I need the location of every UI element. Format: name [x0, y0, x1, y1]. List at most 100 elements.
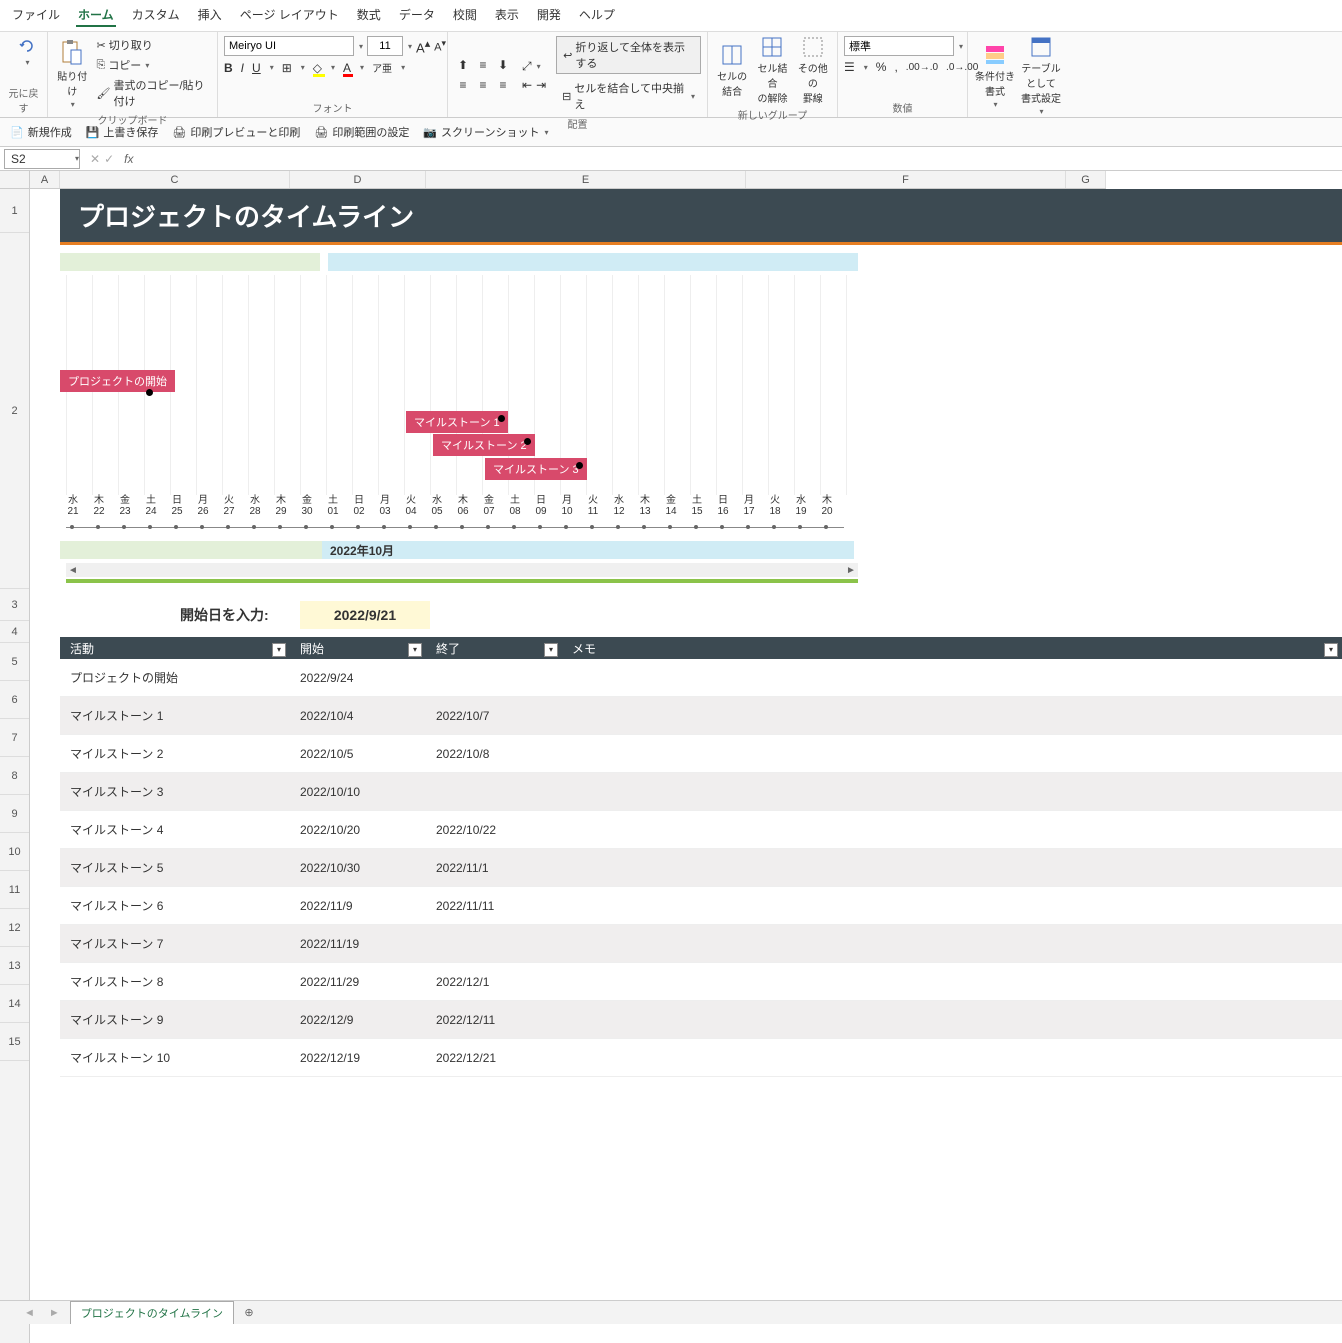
align-center-button[interactable]: ≡: [474, 77, 492, 93]
undo-button[interactable]: ▾: [6, 36, 48, 67]
tab-nav-next[interactable]: ►: [45, 1307, 64, 1319]
table-row[interactable]: マイルストーン 32022/10/10: [60, 773, 1342, 811]
row-header-3[interactable]: 3: [0, 589, 29, 621]
indent-dec-button[interactable]: ⇤: [522, 78, 532, 92]
table-row[interactable]: マイルストーン 72022/11/19: [60, 925, 1342, 963]
align-top-button[interactable]: ⬆: [454, 57, 472, 73]
table-row[interactable]: マイルストーン 12022/10/42022/10/7: [60, 697, 1342, 735]
filter-icon[interactable]: ▾: [272, 643, 286, 657]
cell-activity[interactable]: マイルストーン 9: [60, 1011, 290, 1028]
cell-end[interactable]: 2022/10/22: [426, 823, 562, 837]
col-header-D[interactable]: D: [290, 171, 426, 188]
menu-数式[interactable]: 数式: [355, 4, 383, 27]
col-header-G[interactable]: G: [1066, 171, 1106, 188]
row-header-12[interactable]: 12: [0, 909, 29, 947]
cell-activity[interactable]: マイルストーン 2: [60, 745, 290, 762]
align-middle-button[interactable]: ≡: [474, 57, 492, 73]
cell-activity[interactable]: プロジェクトの開始: [60, 669, 290, 686]
menu-ファイル[interactable]: ファイル: [10, 4, 62, 27]
decrease-font-button[interactable]: A▾: [434, 38, 446, 54]
align-right-button[interactable]: ≡: [494, 77, 512, 93]
fx-icon[interactable]: fx: [120, 152, 137, 166]
menu-校閲[interactable]: 校閲: [451, 4, 479, 27]
print-area-button[interactable]: 🖨印刷範囲の設定: [314, 124, 409, 140]
percent-button[interactable]: %: [876, 60, 887, 74]
name-box[interactable]: S2▾: [4, 149, 80, 169]
row-header-7[interactable]: 7: [0, 719, 29, 757]
col-header-A[interactable]: A: [30, 171, 60, 188]
cell-end[interactable]: 2022/10/8: [426, 747, 562, 761]
font-size-select[interactable]: [367, 36, 403, 56]
menu-表示[interactable]: 表示: [493, 4, 521, 27]
row-header-2[interactable]: 2: [0, 233, 29, 589]
cell-start[interactable]: 2022/11/9: [290, 899, 426, 913]
cancel-icon[interactable]: ✕: [90, 152, 100, 166]
col-start[interactable]: 開始▾: [290, 640, 426, 657]
unmerge-cells-button[interactable]: セル結合 の解除: [754, 36, 790, 105]
cell-end[interactable]: 2022/12/1: [426, 975, 562, 989]
row-header-15[interactable]: 15: [0, 1023, 29, 1061]
cell-start[interactable]: 2022/10/4: [290, 709, 426, 723]
cell-end[interactable]: 2022/11/1: [426, 861, 562, 875]
table-row[interactable]: マイルストーン 52022/10/302022/11/1: [60, 849, 1342, 887]
wrap-text-button[interactable]: ↩折り返して全体を表示する: [556, 36, 701, 74]
cell-activity[interactable]: マイルストーン 8: [60, 973, 290, 990]
cell-start[interactable]: 2022/9/24: [290, 671, 426, 685]
italic-button[interactable]: I: [241, 61, 244, 75]
merge-center-button[interactable]: ⊟セルを結合して中央揃え▾: [556, 78, 701, 114]
cell-activity[interactable]: マイルストーン 4: [60, 821, 290, 838]
cell-start[interactable]: 2022/12/9: [290, 1013, 426, 1027]
table-row[interactable]: マイルストーン 62022/11/92022/11/11: [60, 887, 1342, 925]
align-bottom-button[interactable]: ⬇: [494, 57, 512, 73]
cell-activity[interactable]: マイルストーン 1: [60, 707, 290, 724]
cell-activity[interactable]: マイルストーン 7: [60, 935, 290, 952]
menu-カスタム[interactable]: カスタム: [130, 4, 182, 27]
table-format-button[interactable]: テーブルとして 書式設定▾: [1020, 36, 1062, 116]
paste-button[interactable]: 貼り付け▾: [54, 38, 91, 109]
cell-activity[interactable]: マイルストーン 6: [60, 897, 290, 914]
cell-activity[interactable]: マイルストーン 10: [60, 1049, 290, 1066]
row-header-5[interactable]: 5: [0, 643, 29, 681]
cell-start[interactable]: 2022/10/5: [290, 747, 426, 761]
col-activity[interactable]: 活動▾: [60, 640, 290, 657]
menu-開発[interactable]: 開発: [535, 4, 563, 27]
menu-データ[interactable]: データ: [397, 4, 437, 27]
conditional-format-button[interactable]: 条件付き 書式▾: [974, 44, 1016, 109]
cell-start[interactable]: 2022/12/19: [290, 1051, 426, 1065]
col-header-E[interactable]: E: [426, 171, 746, 188]
phonetic-button[interactable]: ア亜: [372, 60, 392, 75]
col-header-C[interactable]: C: [60, 171, 290, 188]
row-header-11[interactable]: 11: [0, 871, 29, 909]
other-borders-button[interactable]: その他の 罫線: [795, 36, 831, 105]
row-header-9[interactable]: 9: [0, 795, 29, 833]
start-date-value[interactable]: 2022/9/21: [300, 601, 430, 629]
cell-start[interactable]: 2022/10/20: [290, 823, 426, 837]
add-sheet-button[interactable]: ⊕: [240, 1304, 258, 1322]
table-row[interactable]: マイルストーン 22022/10/52022/10/8: [60, 735, 1342, 773]
table-row[interactable]: マイルストーン 92022/12/92022/12/11: [60, 1001, 1342, 1039]
indent-inc-button[interactable]: ⇥: [536, 78, 546, 92]
table-row[interactable]: マイルストーン 42022/10/202022/10/22: [60, 811, 1342, 849]
cell-activity[interactable]: マイルストーン 3: [60, 783, 290, 800]
merge-cells-button[interactable]: セルの 結合: [714, 44, 750, 98]
row-header-8[interactable]: 8: [0, 757, 29, 795]
menu-挿入[interactable]: 挿入: [196, 4, 224, 27]
border-button[interactable]: ⊞: [282, 61, 292, 75]
menu-ページ レイアウト[interactable]: ページ レイアウト: [238, 4, 341, 27]
row-header-1[interactable]: 1: [0, 189, 29, 233]
menu-ホーム[interactable]: ホーム: [76, 4, 116, 27]
cell-start[interactable]: 2022/10/10: [290, 785, 426, 799]
cell-end[interactable]: 2022/11/11: [426, 899, 562, 913]
tab-nav-prev[interactable]: ◄: [20, 1307, 39, 1319]
cell-end[interactable]: 2022/12/11: [426, 1013, 562, 1027]
filter-icon[interactable]: ▾: [544, 643, 558, 657]
cell-start[interactable]: 2022/10/30: [290, 861, 426, 875]
cell-start[interactable]: 2022/11/19: [290, 937, 426, 951]
scroll-right-icon[interactable]: ►: [844, 565, 858, 576]
scroll-left-icon[interactable]: ◄: [66, 565, 80, 576]
format-painter-button[interactable]: 🖌書式のコピー/貼り付け: [95, 76, 212, 110]
bold-button[interactable]: B: [224, 61, 233, 75]
currency-button[interactable]: ☰: [844, 60, 855, 74]
orientation-button[interactable]: ⤢: [522, 59, 532, 74]
formula-input[interactable]: [137, 149, 1342, 169]
